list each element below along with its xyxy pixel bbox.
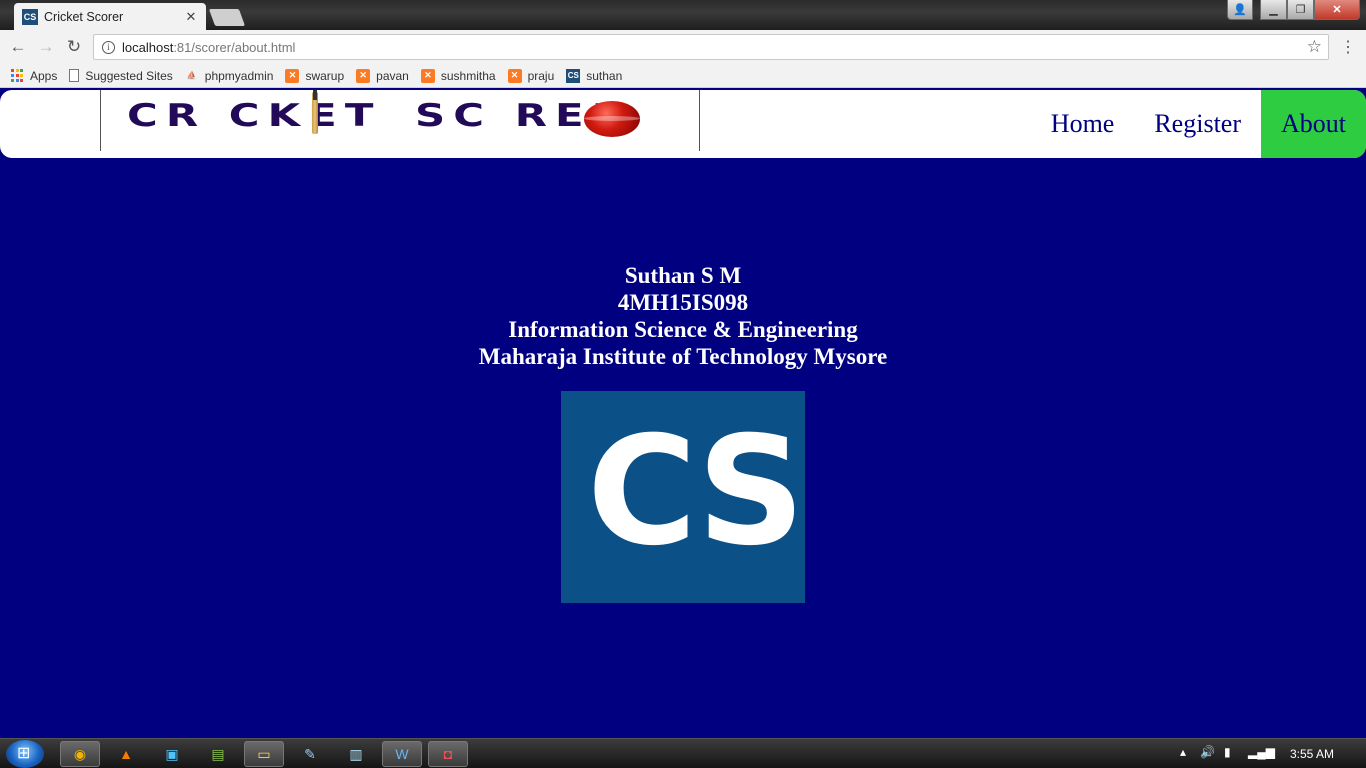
back-arrow-icon[interactable]: ← bbox=[7, 36, 29, 58]
media-taskbar-icon[interactable]: ▤ bbox=[198, 741, 238, 767]
chrome-taskbar-icon[interactable]: ◉ bbox=[60, 741, 100, 767]
bookmark-sushmitha[interactable]: ✕ sushmitha bbox=[420, 68, 496, 83]
tray-expand-icon[interactable]: ▴ bbox=[1180, 745, 1186, 759]
nav-register[interactable]: Register bbox=[1134, 90, 1261, 158]
tab-close-icon[interactable]: ✕ bbox=[182, 9, 200, 25]
bat-handle bbox=[313, 90, 317, 100]
phpmyadmin-icon: ⛵ bbox=[186, 71, 197, 80]
network-signal-icon[interactable]: ▂▄▆ bbox=[1248, 745, 1275, 759]
paint-taskbar-icon[interactable]: ✎ bbox=[290, 741, 330, 767]
taskbar-clock[interactable]: 3:55 AM bbox=[1290, 747, 1334, 761]
volume-icon[interactable]: 🔊 bbox=[1200, 745, 1215, 759]
bookmark-phpmyadmin[interactable]: ⛵ phpmyadmin bbox=[185, 69, 274, 83]
profile-icon[interactable]: 👤 bbox=[1227, 0, 1253, 20]
forward-arrow-icon[interactable]: → bbox=[35, 36, 57, 58]
bookmark-swarup[interactable]: ✕ swarup bbox=[285, 68, 345, 83]
student-name: Suthan S M bbox=[624, 263, 742, 288]
nav-about[interactable]: About bbox=[1261, 90, 1366, 158]
vlc-taskbar-icon[interactable]: ▲ bbox=[106, 741, 146, 767]
reload-icon[interactable]: ↻ bbox=[63, 36, 85, 58]
logo-word-cricket: CR CKET bbox=[127, 98, 382, 134]
student-usn: 4MH15IS098 bbox=[617, 290, 749, 315]
student-department: Information Science & Engineering bbox=[508, 317, 858, 342]
notepad-taskbar-icon[interactable]: ▥ bbox=[336, 741, 376, 767]
bookmark-label: praju bbox=[527, 68, 555, 83]
new-tab-button[interactable] bbox=[208, 9, 246, 26]
browser-toolbar: ← → ↻ i localhost:81/scorer/about.html ☆… bbox=[0, 30, 1366, 64]
cs-logo-letter-s: S bbox=[697, 431, 806, 554]
bookmark-label: pavan bbox=[376, 68, 409, 83]
bookmark-praju[interactable]: ✕ praju bbox=[507, 68, 555, 83]
tab-title: Cricket Scorer bbox=[44, 9, 124, 24]
bookmark-label: suthan bbox=[586, 68, 623, 83]
start-button[interactable] bbox=[6, 740, 44, 768]
bookmark-pavan[interactable]: ✕ pavan bbox=[356, 68, 409, 83]
browser-tab-active[interactable]: CS Cricket Scorer ✕ bbox=[14, 3, 206, 30]
apps-grid-icon bbox=[10, 68, 24, 83]
cs-icon: CS bbox=[566, 68, 581, 83]
student-college: Maharaja Institute of Technology Mysore bbox=[478, 344, 888, 369]
maximize-button[interactable]: ❐ bbox=[1287, 0, 1314, 20]
app-taskbar-icon[interactable]: ▣ bbox=[152, 741, 192, 767]
site-header: CR CKET SC RER Home Register About bbox=[0, 90, 1366, 158]
browser-menu-icon[interactable]: ⋮ bbox=[1340, 37, 1356, 57]
word-taskbar-icon[interactable]: W bbox=[382, 741, 422, 767]
bookmark-label: Suggested Sites bbox=[85, 68, 173, 83]
cs-logo-image: C S bbox=[561, 391, 805, 603]
info-icon[interactable]: i bbox=[102, 40, 115, 54]
cs-logo-letter-c: C bbox=[587, 431, 698, 554]
address-bar[interactable]: i localhost:81/scorer/about.html ☆ bbox=[93, 34, 1329, 60]
main-nav: Home Register About bbox=[1031, 90, 1366, 158]
xampp-icon: ✕ bbox=[420, 68, 435, 83]
page-icon bbox=[69, 69, 80, 82]
window-titlebar: CS Cricket Scorer ✕ 👤 ▁ ❐ ✕ bbox=[0, 0, 1366, 30]
explorer-taskbar-icon[interactable]: ▭ bbox=[244, 741, 284, 767]
site-favicon-icon: CS bbox=[22, 8, 38, 25]
bookmark-suggested-sites[interactable]: Suggested Sites bbox=[69, 68, 173, 83]
close-window-button[interactable]: ✕ bbox=[1314, 0, 1360, 20]
cricket-ball-icon bbox=[584, 101, 640, 137]
bookmark-star-icon[interactable]: ☆ bbox=[1307, 37, 1322, 57]
nav-home[interactable]: Home bbox=[1031, 90, 1135, 158]
power-icon[interactable]: ▮ bbox=[1224, 745, 1231, 759]
bookmark-label: Apps bbox=[30, 68, 58, 83]
xampp-icon: ✕ bbox=[285, 68, 300, 83]
minimize-button[interactable]: ▁ bbox=[1260, 0, 1287, 20]
bookmark-label: phpmyadmin bbox=[204, 68, 274, 83]
bookmark-apps[interactable]: Apps bbox=[10, 69, 57, 83]
url-host: localhost bbox=[122, 39, 174, 55]
url-path: :81/scorer/about.html bbox=[173, 39, 296, 55]
about-section: Suthan S M 4MH15IS098 Information Scienc… bbox=[0, 262, 1366, 370]
bookmark-label: swarup bbox=[305, 68, 345, 83]
windows-taskbar: ◉ ▲ ▣ ▤ ▭ ✎ ▥ W ◘ ▴ 🔊 ▮ ▂▄▆ 3:55 AM bbox=[0, 738, 1366, 768]
bookmarks-bar: Apps Suggested Sites ⛵ phpmyadmin ✕ swar… bbox=[0, 64, 1366, 88]
bookmark-label: sushmitha bbox=[440, 68, 496, 83]
bookmark-suthan[interactable]: CS suthan bbox=[566, 68, 623, 83]
pdf-taskbar-icon[interactable]: ◘ bbox=[428, 741, 468, 767]
xampp-icon: ✕ bbox=[356, 68, 371, 83]
xampp-icon: ✕ bbox=[507, 68, 522, 83]
cricket-scorer-logo[interactable]: CR CKET SC RER bbox=[100, 90, 700, 151]
